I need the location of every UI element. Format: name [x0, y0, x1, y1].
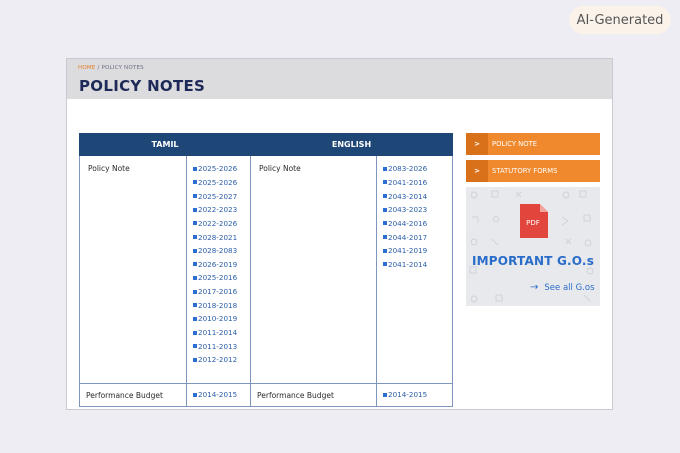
tamil-years-list: 2025-2026 2025-2026 2025-2027 2022-2023 …: [186, 155, 251, 384]
bullet-icon: [383, 207, 387, 212]
breadcrumb-current: POLICY NOTES: [101, 65, 144, 71]
year-link[interactable]: 2041-2014: [383, 257, 452, 271]
year-link[interactable]: 2014-2015: [193, 388, 250, 402]
year-link[interactable]: 2025-2026: [193, 162, 250, 176]
year-link[interactable]: 2018-2018: [193, 298, 250, 312]
important-gos-panel: PDF IMPORTANT G.O.s → See all G.os: [466, 187, 600, 306]
year-link[interactable]: 2083-2026: [383, 162, 452, 176]
svg-text:PDF: PDF: [526, 219, 540, 227]
important-gos-title: IMPORTANT G.O.s: [471, 254, 595, 268]
statutory-forms-button[interactable]: > STATUTORY FORMS: [466, 160, 600, 182]
english-years-list: 2083-2026 2041-2016 2043-2014 2043-2023 …: [375, 155, 454, 384]
see-all-label: See all G.os: [544, 282, 595, 293]
policy-note-button[interactable]: > POLICY NOTE: [466, 133, 600, 155]
chevron-right-icon: >: [466, 160, 488, 182]
bullet-icon: [383, 235, 387, 240]
english-years-list: 2014-2015: [375, 383, 454, 407]
year-link[interactable]: 2025-2016: [193, 271, 250, 285]
row-label-tamil: Policy Note: [79, 155, 187, 384]
column-header-tamil: TAMIL: [79, 133, 251, 156]
bullet-icon: [383, 392, 387, 397]
chevron-right-icon: >: [466, 133, 488, 155]
year-link[interactable]: 2011-2014: [193, 326, 250, 340]
year-link[interactable]: 2028-2021: [193, 230, 250, 244]
year-link[interactable]: 2022-2023: [193, 203, 250, 217]
year-link[interactable]: 2043-2023: [383, 203, 452, 217]
row-label-english: Policy Note: [250, 155, 377, 384]
bullet-icon: [193, 221, 197, 226]
sidebar-button-label: POLICY NOTE: [492, 140, 538, 148]
year-link[interactable]: 2041-2019: [383, 244, 452, 258]
bullet-icon: [193, 166, 197, 171]
bullet-icon: [383, 221, 387, 226]
pdf-icon: PDF: [520, 204, 548, 238]
year-link[interactable]: 2028-2083: [193, 244, 250, 258]
year-link[interactable]: 2044-2017: [383, 230, 452, 244]
bullet-icon: [383, 166, 387, 171]
bullet-icon: [193, 194, 197, 199]
policy-notes-table: TAMIL ENGLISH Policy Note 2025-2026 2025…: [79, 133, 454, 407]
bullet-icon: [193, 235, 197, 240]
bullet-icon: [193, 275, 197, 280]
bullet-icon: [383, 262, 387, 267]
year-link[interactable]: 2011-2013: [193, 339, 250, 353]
tamil-years-list: 2014-2015: [186, 383, 251, 407]
year-link[interactable]: 2017-2016: [193, 285, 250, 299]
page-title: POLICY NOTES: [79, 77, 206, 95]
bullet-icon: [193, 392, 197, 397]
table-row: Policy Note 2025-2026 2025-2026 2025-202…: [79, 155, 454, 384]
bullet-icon: [193, 357, 197, 362]
ai-generated-badge: AI-Generated: [569, 6, 671, 34]
bullet-icon: [193, 316, 197, 321]
year-link[interactable]: 2025-2026: [193, 176, 250, 190]
breadcrumb: HOME / POLICY NOTES: [78, 65, 144, 71]
bullet-icon: [193, 330, 197, 335]
year-link[interactable]: 2026-2019: [193, 257, 250, 271]
sidebar: > POLICY NOTE > STATUTORY FORMS PDF IMPO…: [466, 133, 600, 306]
bullet-icon: [193, 289, 197, 294]
page-header: HOME / POLICY NOTES POLICY NOTES: [67, 59, 612, 99]
year-link[interactable]: 2041-2016: [383, 176, 452, 190]
bullet-icon: [193, 303, 197, 308]
year-link[interactable]: 2010-2019: [193, 312, 250, 326]
breadcrumb-home-link[interactable]: HOME: [78, 65, 96, 71]
year-link[interactable]: 2043-2014: [383, 189, 452, 203]
page-container: HOME / POLICY NOTES POLICY NOTES TAMIL E…: [66, 58, 613, 410]
see-all-gos-link[interactable]: → See all G.os: [530, 282, 595, 293]
bullet-icon: [383, 194, 387, 199]
year-link[interactable]: 2014-2015: [383, 388, 452, 402]
bullet-icon: [193, 248, 197, 253]
bullet-icon: [193, 262, 197, 267]
row-label-tamil: Performance Budget: [79, 383, 187, 407]
bullet-icon: [383, 180, 387, 185]
sidebar-button-label: STATUTORY FORMS: [492, 167, 558, 175]
year-link[interactable]: 2012-2012: [193, 353, 250, 367]
column-header-english: ENGLISH: [249, 133, 454, 156]
bullet-icon: [383, 248, 387, 253]
year-link[interactable]: 2022-2026: [193, 217, 250, 231]
bullet-icon: [193, 344, 197, 349]
year-link[interactable]: 2025-2027: [193, 189, 250, 203]
bullet-icon: [193, 207, 197, 212]
arrow-right-icon: →: [530, 282, 539, 293]
row-label-english: Performance Budget: [250, 383, 377, 407]
bullet-icon: [193, 180, 197, 185]
table-row: Performance Budget 2014-2015 Performance…: [79, 383, 454, 407]
year-link[interactable]: 2044-2016: [383, 217, 452, 231]
